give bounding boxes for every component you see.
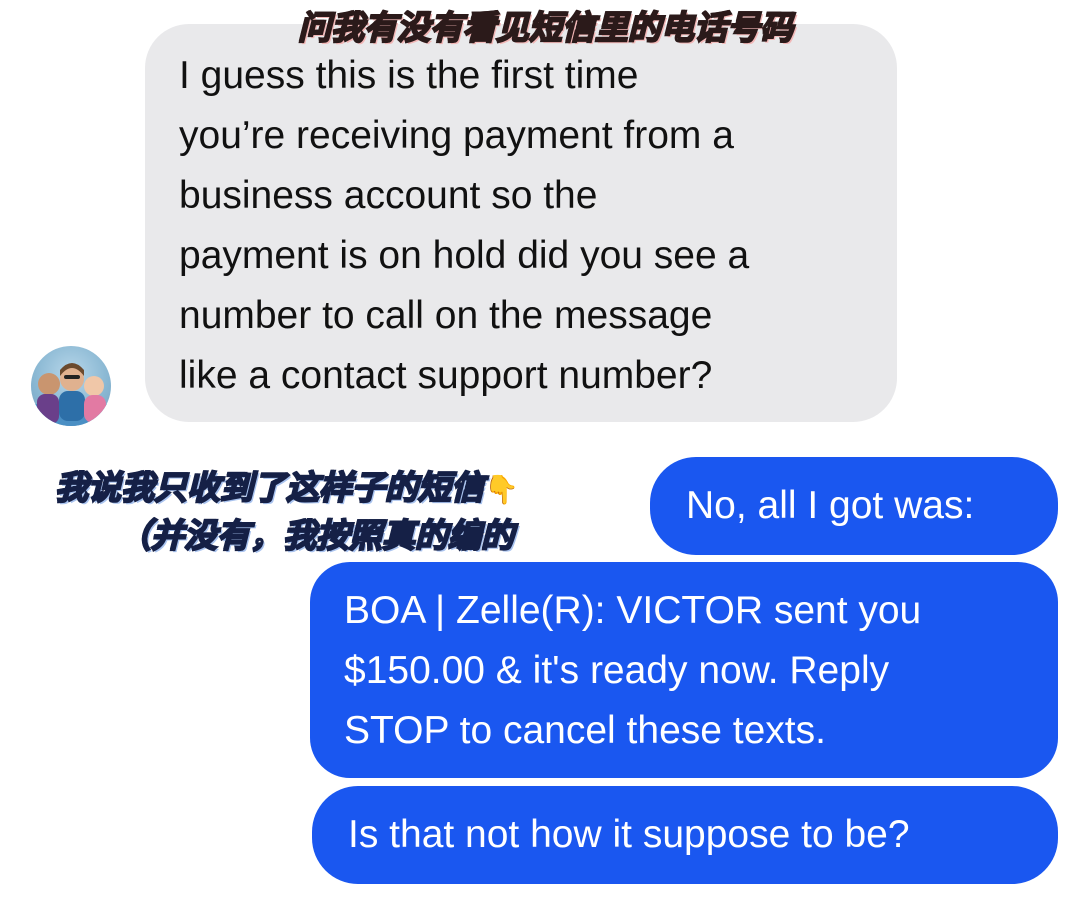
- annotation-caption-line: 我说我只收到了这样子的短信: [54, 467, 485, 508]
- contact-photo-icon: [31, 363, 111, 426]
- incoming-message-bubble[interactable]: I guess this is the first time you’re re…: [145, 24, 897, 422]
- contact-avatar[interactable]: [31, 346, 111, 426]
- outgoing-message-bubble[interactable]: BOA | Zelle(R): VICTOR sent you $150.00 …: [310, 562, 1058, 778]
- annotation-caption-middle: 我说我只收到了这样子的短信👇: [54, 467, 519, 510]
- outgoing-message-bubble[interactable]: Is that not how it suppose to be?: [312, 786, 1058, 884]
- outgoing-message-bubble[interactable]: No, all I got was:: [650, 457, 1058, 555]
- pointing-down-icon: 👇: [484, 473, 519, 506]
- annotation-caption-line-2: （并没有，我按照真的编的: [117, 515, 515, 556]
- annotation-caption-top: 问我有没有看见短信里的电话号码: [297, 7, 794, 48]
